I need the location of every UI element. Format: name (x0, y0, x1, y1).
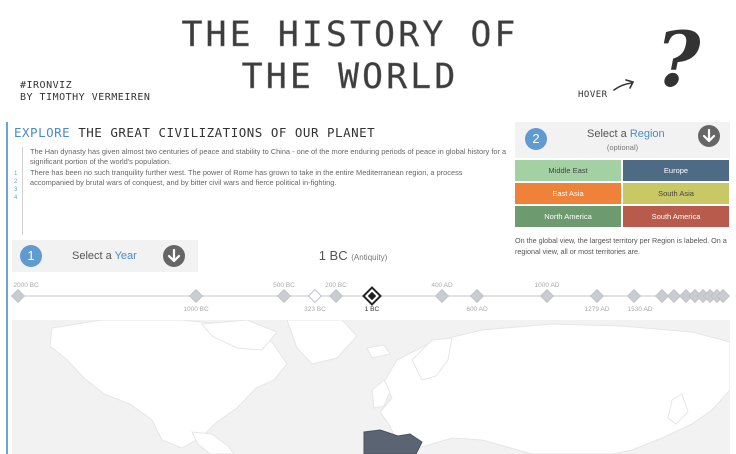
timeline-label: 200 BC (325, 282, 347, 289)
current-year: 1 BC (318, 248, 348, 263)
chevron-down-icon[interactable] (163, 245, 185, 267)
timeline-marker[interactable] (469, 288, 485, 304)
timeline-label: 600 AD (466, 306, 488, 313)
region-south-asia[interactable]: South Asia (623, 183, 729, 204)
timeline-marker[interactable] (666, 288, 682, 304)
timeline-marker[interactable] (434, 288, 450, 304)
hover-label: HOVER (578, 90, 608, 100)
timeline-label: 1279 AD (585, 306, 610, 313)
hashtag: #IRONVIZ (20, 80, 73, 91)
description-divider (22, 147, 23, 235)
description-paragraph: The Han dynasty has given almost two cen… (30, 147, 507, 167)
timeline-marker[interactable] (307, 288, 323, 304)
year-label-prefix: Select a (72, 250, 112, 262)
world-map[interactable] (12, 320, 730, 454)
timeline-marker[interactable] (328, 288, 344, 304)
step-badge-1: 1 (20, 245, 42, 267)
region-middle-east[interactable]: Middle East (515, 160, 621, 181)
map-canvas (49, 320, 730, 454)
description-paragraph: There has been no such tranquility furth… (30, 167, 463, 187)
map-landmass (286, 320, 358, 365)
year-selector-label: Select a Year (72, 250, 137, 262)
author-block: #IRONVIZ BY TIMOTHY VERMEIREN (20, 80, 150, 104)
timeline-marker[interactable] (276, 288, 292, 304)
title-line-2: THE WORLD (241, 57, 459, 97)
region-label-prefix: Select a (587, 128, 627, 140)
timeline-label: 2000 BC (13, 282, 39, 289)
timeline-slider[interactable]: 2000 BC 500 BC 200 BC 400 AD 1000 AD 100… (0, 278, 736, 318)
explore-heading: EXPLORE THE GREAT CIVILIZATIONS OF OUR P… (14, 125, 375, 140)
current-year-display: 1 BC (Antiquity) (198, 240, 508, 272)
timeline-marker[interactable] (589, 288, 605, 304)
page-title: THE HISTORY OF THE WORLD (150, 14, 550, 98)
timeline-marker[interactable] (188, 288, 204, 304)
scroll-marks-icon: 1234 (14, 171, 18, 201)
current-era: (Antiquity) (351, 253, 388, 262)
timeline-label-selected: 1 BC (365, 306, 380, 313)
region-note: On the global view, the largest territor… (515, 236, 727, 256)
timeline-label: 1530 AD (628, 306, 653, 313)
region-east-asia[interactable]: East Asia (515, 183, 621, 204)
timeline-label: 500 BC (273, 282, 295, 289)
explore-rest: THE GREAT CIVILIZATIONS OF OUR PLANET (78, 125, 376, 140)
timeline-label: 1000 BC (183, 306, 209, 313)
explore-prefix: EXPLORE (14, 125, 71, 140)
timeline-label: 400 AD (431, 282, 453, 289)
region-selector-label: Select a Region (587, 128, 665, 140)
region-selector[interactable]: 2 Select a Region (optional) (515, 122, 730, 158)
map-landmass (366, 344, 391, 359)
region-europe[interactable]: Europe (623, 160, 729, 181)
year-label-highlight: Year (114, 250, 137, 262)
timeline-marker-selected[interactable] (362, 286, 382, 306)
help-icon[interactable]: ? (656, 20, 701, 100)
timeline-label: 323 BC (304, 306, 326, 313)
region-south-america[interactable]: South America (623, 206, 729, 227)
region-north-america[interactable]: North America (515, 206, 621, 227)
timeline-marker[interactable] (626, 288, 642, 304)
timeline-marker[interactable] (539, 288, 555, 304)
timeline-marker[interactable] (654, 288, 670, 304)
timeline-label: 1000 AD (535, 282, 560, 289)
timeline-marker[interactable] (10, 288, 26, 304)
region-label-highlight: Region (629, 128, 665, 140)
map-landmass (191, 431, 235, 454)
title-line-1: THE HISTORY OF (181, 15, 519, 55)
year-selector[interactable]: 1 Select a Year (12, 240, 198, 272)
chevron-down-icon[interactable] (698, 125, 720, 147)
author-name: BY TIMOTHY VERMEIREN (20, 92, 151, 103)
era-description: The Han dynasty has given almost two cen… (30, 147, 508, 188)
hover-arrow-icon (613, 79, 635, 91)
